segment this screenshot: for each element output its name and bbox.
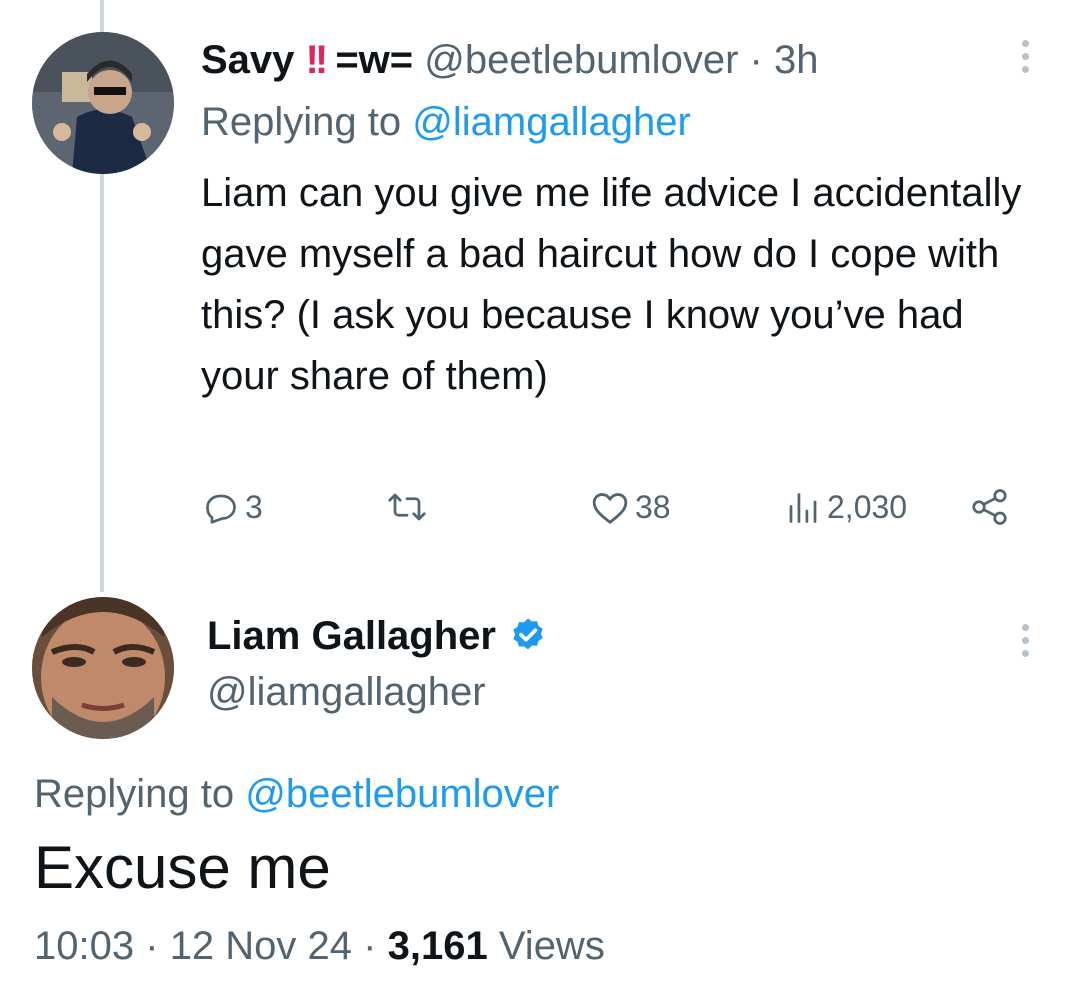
views-button[interactable]: 2,030 [785, 489, 907, 526]
main-display-name[interactable]: Liam Gallagher [207, 612, 496, 660]
parent-name-suffix[interactable]: =w= [335, 38, 413, 82]
main-display-name-row: Liam Gallagher [207, 612, 548, 660]
replying-to-link[interactable]: @beetlebumlover [245, 772, 559, 816]
reply-count: 3 [245, 489, 263, 525]
replying-prefix: Replying to [34, 772, 235, 816]
parent-tweet-header: Savy !! =w= @beetlebumlover · 3h [201, 36, 818, 84]
retweet-icon [388, 493, 426, 521]
separator-dot: · [749, 38, 763, 82]
more-options-icon[interactable] [1019, 40, 1031, 79]
views-label: Views [498, 924, 605, 968]
separator-dot: · [363, 924, 377, 968]
views-count: 2,030 [827, 489, 908, 525]
reply-button[interactable]: 3 [203, 489, 263, 526]
main-handle[interactable]: @liamgallagher [207, 668, 486, 716]
parent-handle[interactable]: @beetlebumlover [424, 38, 738, 82]
parent-action-bar: 3 38 2,030 [201, 489, 1040, 539]
parent-time[interactable]: 3h [774, 38, 819, 82]
avatar-liam-gallagher[interactable] [32, 597, 174, 739]
verified-badge-icon [513, 618, 543, 650]
tweet-date[interactable]: 12 Nov 24 [170, 924, 352, 968]
reply-icon [206, 494, 236, 524]
views-total: 3,161 [387, 924, 488, 968]
more-options-icon[interactable] [1019, 624, 1031, 663]
avatar-savy[interactable] [32, 32, 174, 174]
parent-display-name[interactable]: Savy [201, 38, 294, 82]
main-replying-to: Replying to @beetlebumlover [34, 770, 559, 818]
avatar-savy-image [32, 32, 174, 174]
like-icon [592, 492, 628, 524]
like-count: 38 [635, 489, 671, 525]
parent-tweet-text: Liam can you give me life advice I accid… [201, 171, 1022, 398]
like-button[interactable]: 38 [591, 489, 671, 526]
avatar-liam-image [32, 597, 174, 739]
share-icon [972, 489, 1007, 525]
tweet-meta: 10:03 · 12 Nov 24 · 3,161 Views [34, 922, 605, 970]
double-exclamation-emoji: !! [305, 38, 329, 82]
tweet-time[interactable]: 10:03 [34, 924, 134, 968]
retweet-button[interactable] [387, 489, 427, 525]
main-tweet-text: Excuse me [34, 834, 331, 901]
parent-replying-to: Replying to @liamgallagher [201, 98, 691, 146]
replying-to-link[interactable]: @liamgallagher [412, 100, 691, 144]
separator-dot: · [145, 924, 159, 968]
views-icon [789, 492, 817, 523]
replying-prefix: Replying to [201, 100, 402, 144]
share-button[interactable] [971, 489, 1011, 525]
